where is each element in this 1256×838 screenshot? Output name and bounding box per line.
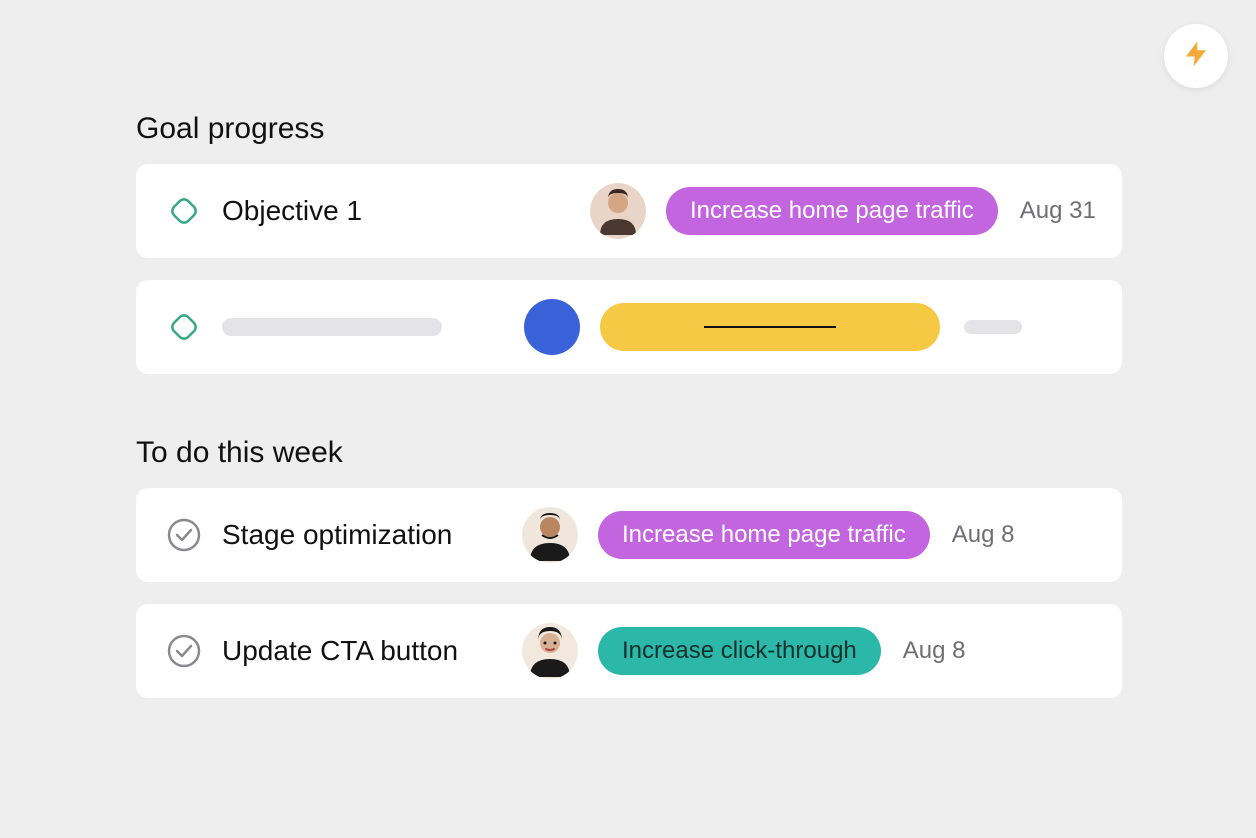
goal-diamond-icon	[164, 307, 204, 347]
goal-tag[interactable]: Increase home page traffic	[666, 187, 998, 235]
placeholder-tag	[600, 303, 940, 351]
goal-row[interactable]: Objective 1 Increase home page traffic A…	[136, 164, 1122, 258]
placeholder-date	[964, 320, 1022, 334]
task-title: Update CTA button	[222, 635, 522, 667]
task-date: Aug 8	[903, 637, 966, 665]
goal-date: Aug 31	[1020, 197, 1096, 225]
goal-row-placeholder[interactable]	[136, 280, 1122, 374]
section-title-todo: To do this week	[136, 436, 1122, 470]
placeholder-avatar	[524, 299, 580, 355]
task-date: Aug 8	[952, 521, 1015, 549]
lightning-icon	[1181, 39, 1211, 74]
goal-diamond-icon	[164, 191, 204, 231]
task-tag[interactable]: Increase home page traffic	[598, 511, 930, 559]
check-circle-icon[interactable]	[164, 515, 204, 555]
task-row[interactable]: Update CTA button Increase click-through…	[136, 604, 1122, 698]
goal-title: Objective 1	[222, 195, 522, 227]
task-tag[interactable]: Increase click-through	[598, 627, 881, 675]
avatar[interactable]	[522, 623, 578, 679]
avatar[interactable]	[522, 507, 578, 563]
avatar[interactable]	[590, 183, 646, 239]
task-row[interactable]: Stage optimization Increase home page tr…	[136, 488, 1122, 582]
dashboard-content: Goal progress Objective 1 Increase home …	[0, 0, 1256, 698]
placeholder-title	[222, 318, 442, 336]
section-title-goal-progress: Goal progress	[136, 112, 1122, 146]
task-title: Stage optimization	[222, 519, 522, 551]
check-circle-icon[interactable]	[164, 631, 204, 671]
lightning-fab-button[interactable]	[1164, 24, 1228, 88]
